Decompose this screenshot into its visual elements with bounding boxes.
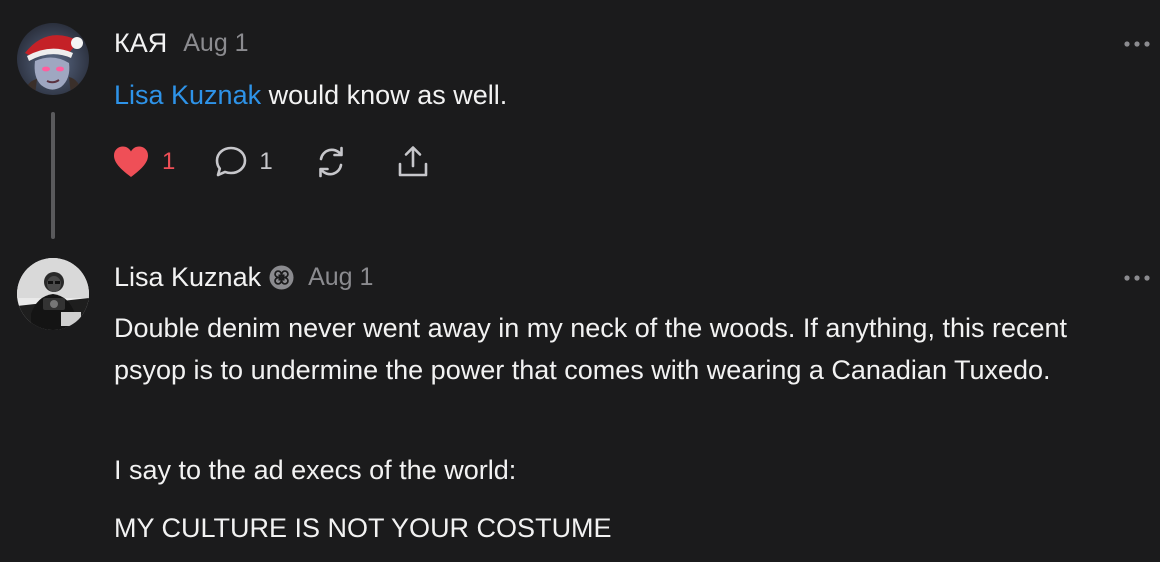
author-name[interactable]: Lisa Kuznak [114,262,261,293]
like-count: 1 [162,148,176,175]
comment-header: Lisa Kuznak Aug 1 [114,262,373,293]
reply-count: 1 [259,148,273,175]
comment-date[interactable]: Aug 1 [183,29,248,58]
reply-button[interactable]: 1 [213,144,273,180]
comment-body: Double denim never went away in my neck … [114,307,1124,391]
like-button[interactable]: 1 [112,145,175,179]
more-icon[interactable] [1122,37,1152,51]
comment-paragraph: Double denim never went away in my neck … [114,313,1068,385]
comment-date[interactable]: Aug 1 [308,263,373,292]
comment-body: I say to the ad execs of the world: [114,449,1124,491]
share-button[interactable] [395,144,431,180]
comment-body: MY CULTURE IS NOT YOUR COSTUME [114,507,1124,549]
clover-badge-icon[interactable] [269,265,294,290]
share-icon [398,146,428,177]
user-mention-link[interactable]: Lisa Kuznak [114,80,261,110]
thread-line [51,112,55,239]
comment-body: Lisa Kuznak would know as well. [114,74,507,116]
heart-icon [114,146,148,177]
more-icon[interactable] [1122,271,1152,285]
comment-actions: 1 1 [112,144,431,180]
comment-header: КАЯ Aug 1 [114,28,249,59]
restack-button[interactable] [313,144,349,180]
author-name[interactable]: КАЯ [114,28,167,59]
restack-icon [318,146,343,178]
comment-paragraph: I say to the ad execs of the world: [114,455,517,485]
comment-paragraph: MY CULTURE IS NOT YOUR COSTUME [114,513,612,543]
avatar[interactable] [17,258,89,330]
comment-text: would know as well. [268,80,508,110]
avatar[interactable] [17,23,89,95]
comment-icon [216,146,247,177]
